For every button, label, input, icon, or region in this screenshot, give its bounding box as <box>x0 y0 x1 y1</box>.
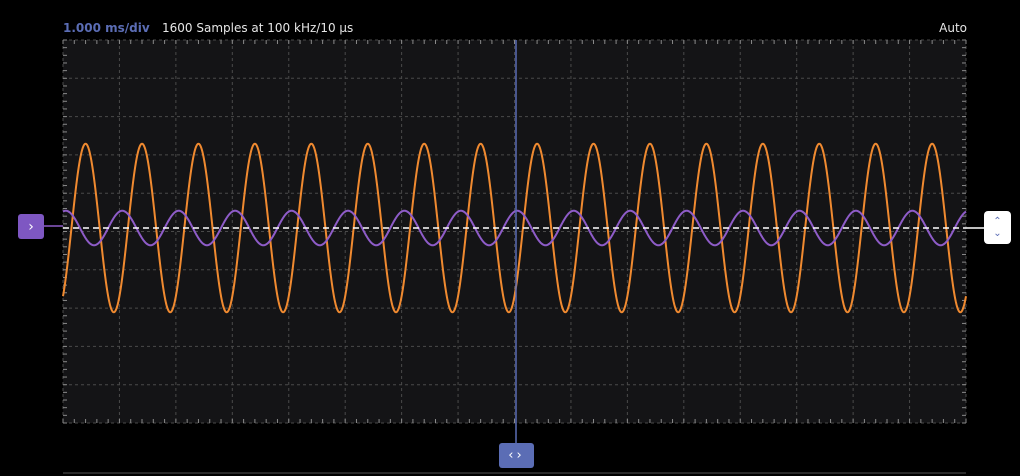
chevron-right-icon: › <box>28 218 34 235</box>
oscilloscope-plot[interactable] <box>0 0 1020 476</box>
chevron-down-icon: ⌄ <box>993 227 1002 239</box>
chevron-up-icon: ⌃ <box>993 215 1002 227</box>
trigger-level-handle[interactable]: ⌃ ⌄ <box>984 211 1011 244</box>
chevron-left-right-icon: ‹› <box>508 448 525 463</box>
channel-offset-handle[interactable]: › <box>18 214 44 239</box>
time-offset-handle[interactable]: ‹› <box>499 443 534 468</box>
